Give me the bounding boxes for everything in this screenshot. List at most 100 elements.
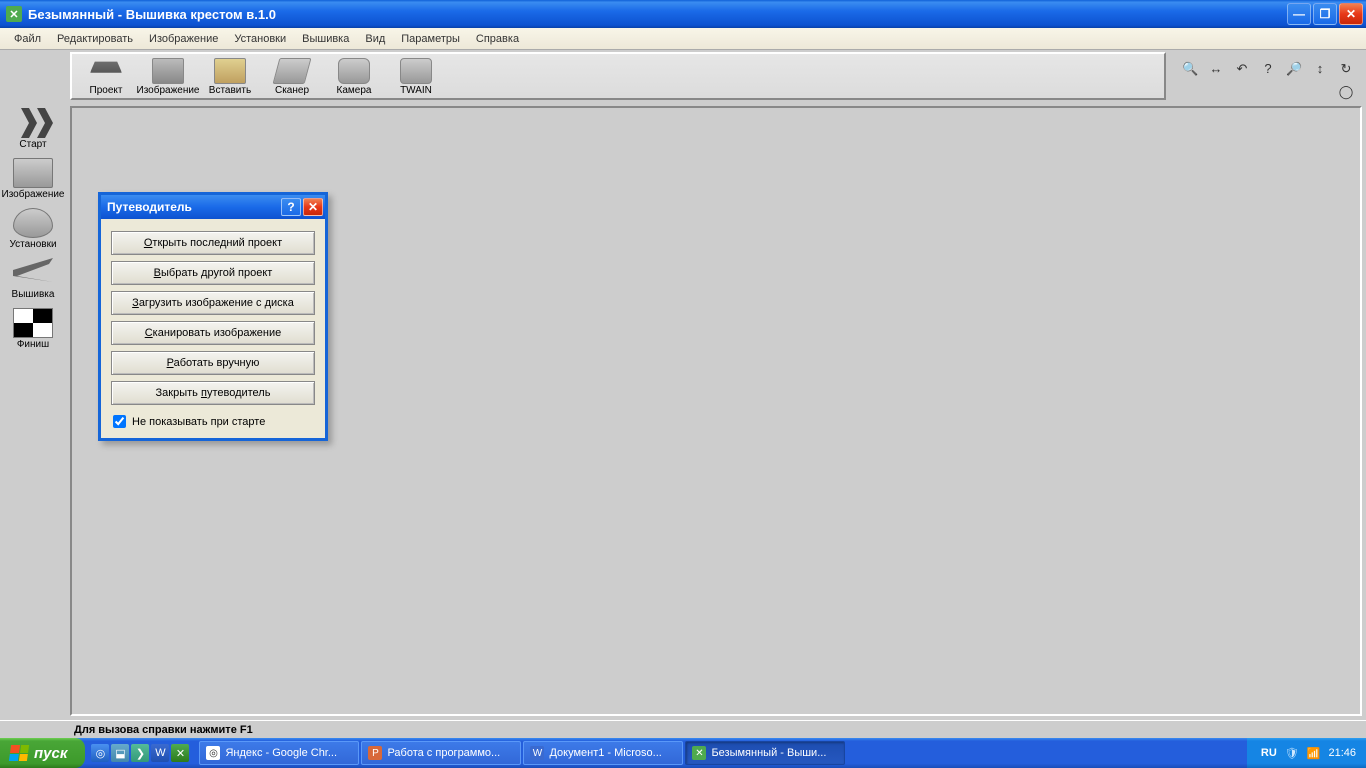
toolbar-project-label: Проект (90, 85, 123, 96)
ql-chrome-icon[interactable]: ◎ (91, 744, 109, 762)
toolbar-camera[interactable]: Камера (324, 54, 384, 98)
language-indicator[interactable]: RU (1261, 747, 1277, 759)
sidebar-setup[interactable]: Установки (2, 204, 64, 252)
toolbar-twain-label: TWAIN (400, 85, 432, 96)
toolbar-camera-label: Камера (337, 85, 372, 96)
camera-icon (338, 58, 370, 84)
scanner-icon (273, 58, 312, 84)
task-powerpoint[interactable]: P Работа с программо... (361, 741, 521, 765)
wizard-manual-button[interactable]: Работать вручную (111, 351, 315, 375)
fit-width-icon[interactable]: ↔ (1208, 61, 1224, 76)
fit-height-icon[interactable]: ↕ (1312, 61, 1328, 76)
menu-image[interactable]: Изображение (141, 33, 226, 45)
close-button[interactable]: ✕ (1339, 3, 1363, 25)
toolbar-project[interactable]: Проект (76, 54, 136, 98)
wizard-title: Путеводитель (107, 200, 281, 214)
wizard-sidebar: Старт Изображение Установки Вышивка Фини… (2, 104, 64, 352)
toolbar-image[interactable]: Изображение (138, 54, 198, 98)
app-icon: ✕ (6, 6, 22, 22)
toolbar-twain[interactable]: TWAIN (386, 54, 446, 98)
wizard-dont-show-label: Не показывать при старте (132, 416, 265, 428)
task-embroidery-app[interactable]: ✕ Безымянный - Выши... (685, 741, 845, 765)
wizard-scan-image-button[interactable]: Сканировать изображение (111, 321, 315, 345)
sidebar-start[interactable]: Старт (2, 104, 64, 152)
app-body: Проект Изображение Вставить Сканер Камер… (0, 50, 1366, 720)
sidebar-finish-icon (13, 308, 53, 338)
help-icon[interactable]: ? (1260, 61, 1276, 76)
chrome-icon: ◎ (206, 746, 220, 760)
clock[interactable]: 21:46 (1328, 747, 1356, 759)
zoom-palette: 🔍 ↔ ↶ ? 🔎 ↕ ↻ ◯ (1172, 56, 1362, 104)
circle-icon[interactable]: ◯ (1338, 84, 1354, 100)
ql-desktop-icon[interactable]: ⬓ (111, 744, 129, 762)
menubar: Файл Редактировать Изображение Установки… (0, 28, 1366, 50)
sidebar-finish-label: Финиш (17, 339, 49, 350)
wizard-close-guide-button[interactable]: Закрыть путеводитель (111, 381, 315, 405)
ql-folder-icon[interactable]: ❯ (131, 744, 149, 762)
sidebar-image-icon (13, 158, 53, 188)
wizard-dont-show-checkbox[interactable]: Не показывать при старте (111, 415, 315, 428)
embroidery-app-icon: ✕ (692, 746, 706, 760)
menu-help[interactable]: Справка (468, 33, 527, 45)
task-word[interactable]: W Документ1 - Microso... (523, 741, 683, 765)
powerpoint-icon: P (368, 746, 382, 760)
task-chrome-label: Яндекс - Google Chr... (225, 747, 337, 759)
toolbar-scanner-label: Сканер (275, 85, 309, 96)
tray-shield-icon[interactable]: 🛡 (1285, 747, 1299, 760)
task-embroidery-label: Безымянный - Выши... (711, 747, 826, 759)
wizard-dialog: Путеводитель ? ✕ Открыть последний проек… (98, 192, 328, 441)
menu-settings[interactable]: Установки (226, 33, 294, 45)
quick-launch: ◎ ⬓ ❯ W ✕ (85, 744, 195, 762)
sidebar-image-label: Изображение (2, 189, 65, 200)
task-word-label: Документ1 - Microso... (549, 747, 661, 759)
ql-app-icon[interactable]: ✕ (171, 744, 189, 762)
toolbar-image-label: Изображение (137, 85, 200, 96)
menu-file[interactable]: Файл (6, 33, 49, 45)
task-buttons: ◎ Яндекс - Google Chr... P Работа с прог… (195, 741, 845, 765)
main-toolbar: Проект Изображение Вставить Сканер Камер… (70, 52, 1166, 100)
wizard-help-button[interactable]: ? (281, 198, 301, 216)
start-button[interactable]: пуск (0, 738, 85, 768)
sidebar-finish[interactable]: Финиш (2, 304, 64, 352)
twain-icon (400, 58, 432, 84)
wizard-dont-show-input[interactable] (113, 415, 126, 428)
sidebar-start-label: Старт (19, 139, 46, 150)
wizard-close-button[interactable]: ✕ (303, 198, 323, 216)
taskbar: пуск ◎ ⬓ ❯ W ✕ ◎ Яндекс - Google Chr... … (0, 738, 1366, 768)
system-tray: RU 🛡 📶 21:46 (1247, 738, 1366, 768)
image-icon (152, 58, 184, 84)
menu-embroidery[interactable]: Вышивка (294, 33, 357, 45)
wizard-titlebar[interactable]: Путеводитель ? ✕ (101, 195, 325, 219)
redo-icon[interactable]: ↻ (1338, 61, 1354, 77)
task-powerpoint-label: Работа с программо... (387, 747, 500, 759)
statusbar: Для вызова справки нажмите F1 (0, 720, 1366, 738)
undo-icon[interactable]: ↶ (1234, 61, 1250, 77)
sidebar-embroidery[interactable]: Вышивка (2, 254, 64, 302)
sidebar-setup-icon (13, 208, 53, 238)
wizard-open-last-button[interactable]: Открыть последний проект (111, 231, 315, 255)
wizard-choose-project-button[interactable]: Выбрать другой проект (111, 261, 315, 285)
toolbar-scanner[interactable]: Сканер (262, 54, 322, 98)
windows-logo-icon (9, 745, 29, 761)
paste-icon (214, 58, 246, 84)
sidebar-embroidery-icon (13, 258, 53, 288)
ql-word-icon[interactable]: W (151, 744, 169, 762)
menu-params[interactable]: Параметры (393, 33, 468, 45)
task-chrome[interactable]: ◎ Яндекс - Google Chr... (199, 741, 359, 765)
tray-network-icon[interactable]: 📶 (1307, 747, 1321, 760)
zoom-out-icon[interactable]: 🔎 (1286, 61, 1302, 77)
menu-edit[interactable]: Редактировать (49, 33, 141, 45)
maximize-button[interactable]: ❐ (1313, 3, 1337, 25)
statusbar-text: Для вызова справки нажмите F1 (74, 724, 253, 736)
wizard-load-image-button[interactable]: Загрузить изображение с диска (111, 291, 315, 315)
minimize-button[interactable]: — (1287, 3, 1311, 25)
sidebar-embroidery-label: Вышивка (12, 289, 55, 300)
toolbar-paste-label: Вставить (209, 85, 251, 96)
start-label: пуск (34, 745, 67, 762)
toolbar-paste[interactable]: Вставить (200, 54, 260, 98)
sidebar-image[interactable]: Изображение (2, 154, 64, 202)
window-title: Безымянный - Вышивка крестом в.1.0 (28, 7, 1287, 22)
zoom-in-icon[interactable]: 🔍 (1182, 61, 1198, 77)
menu-view[interactable]: Вид (357, 33, 393, 45)
word-icon: W (530, 746, 544, 760)
